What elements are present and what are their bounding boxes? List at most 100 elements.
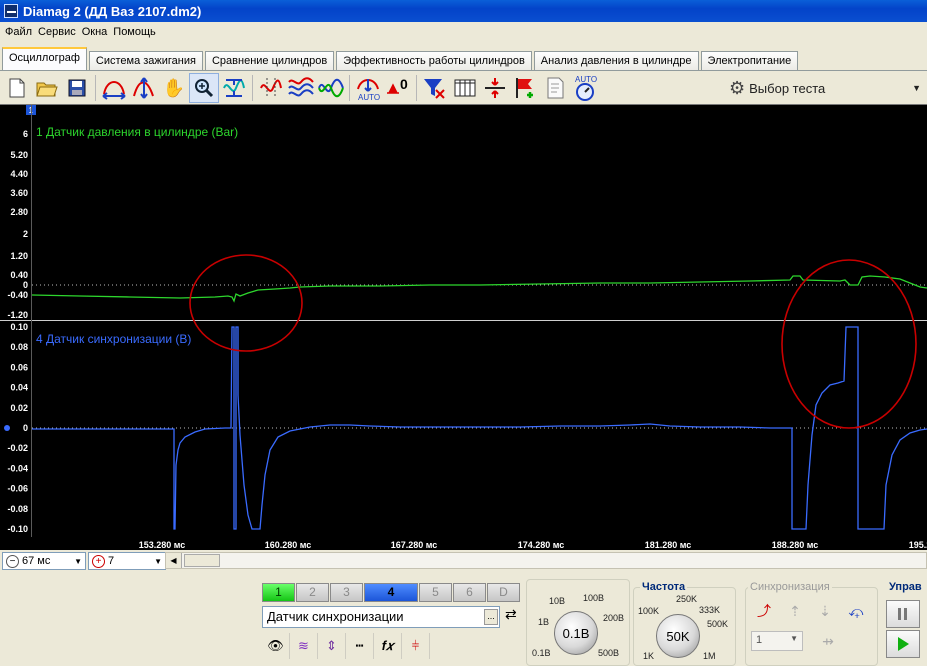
channel1-tick-label: 6 [23,129,28,139]
channel-button-4[interactable]: 4 [364,583,418,602]
plus-circle-icon: + [92,554,105,568]
zero-offset-icon[interactable]: 0 [383,73,413,103]
channel-button-1[interactable]: 1 [262,583,295,602]
channel1-tick-label: 5.20 [10,150,28,160]
menu-windows[interactable]: Окна [79,26,111,38]
filter-icon[interactable] [420,73,450,103]
horizontal-scrollbar[interactable]: ◀ [165,552,927,569]
menu-file[interactable]: Файл [2,26,35,38]
channel-name-value: Датчик синхронизации [267,609,404,624]
eye-icon[interactable]: 👁 [262,633,290,659]
scroll-left-icon[interactable]: ◀ [166,553,182,568]
channel-button-2[interactable]: 2 [296,583,329,602]
voltage-knob[interactable]: 0.1В [554,611,598,655]
channel4-offset-marker[interactable] [4,425,10,431]
channel4-tick-label: -0.06 [7,484,28,494]
sync-position-icon[interactable]: ⇸ [815,629,841,653]
fit-scale-icon[interactable] [219,73,249,103]
multi-wave-icon[interactable] [286,73,316,103]
pause-button[interactable] [886,600,920,628]
channel-buttons: 1 2 3 4 5 6 D [262,583,521,602]
auto-scale-icon[interactable]: AUTO [353,73,383,103]
table-columns-icon[interactable] [450,73,480,103]
sync-down-icon[interactable]: ⇣ [812,599,838,623]
channel4-tick-label: 0.04 [10,383,28,393]
hand-pan-icon[interactable]: ✋ [159,73,189,103]
sync-channel-value: 1 [756,634,763,646]
toolbar-separator [416,75,417,101]
channel1-tick-label: 2.80 [10,207,28,217]
tab-power-supply[interactable]: Электропитание [700,51,799,70]
zoom-magnifier-icon[interactable] [189,73,219,103]
channel1-tick-label: 0.40 [10,270,28,280]
split-vertical-icon[interactable] [480,73,510,103]
sync-auto-icon[interactable]: ⤽ [843,599,869,623]
browse-button[interactable]: ... [484,609,498,625]
channel4-tick-label: -0.04 [7,463,28,473]
swap-channel-icon[interactable]: ⇄ [505,606,517,623]
horizontal-stretch-icon[interactable] [99,73,129,103]
cursor-mark-icon[interactable] [256,73,286,103]
scrollbar-thumb[interactable] [184,554,220,567]
vertical-stretch-icon[interactable] [129,73,159,103]
oscilloscope-canvas[interactable]: 1 65.204.403.602.8021.200.400-0.40-1.20 … [0,105,927,551]
tab-oscilloscope[interactable]: Осциллограф [2,47,87,70]
channel1-tick-labels: 6 5.20 4.40 3.60 2.80 2 1.20 0.400-0.40 -1.20 [7,129,28,320]
auto-dial-icon[interactable]: AUTO [570,73,600,103]
freq-tick-500k: 500K [707,619,729,629]
menu-bar: Файл Сервис Окна Помощь [0,22,927,42]
tab-cylinder-efficiency[interactable]: Эффективность работы цилиндров [336,51,532,70]
chevron-down-icon: ▼ [912,83,921,93]
menu-service[interactable]: Сервис [35,26,79,38]
minus-circle-icon: − [6,554,19,568]
zoom-value: 7 [108,555,115,567]
oscilloscope-display[interactable]: 1 6 5.20 4.40 3.60 2.80 2 1.20 0.40 0 -0.40 -1.20 … [0,104,927,550]
channel-name-field[interactable]: Датчик синхронизации ... [262,606,500,628]
notes-icon[interactable] [540,73,570,103]
sync-up-icon[interactable]: ⇡ [782,599,808,623]
channel1-tick-label: -1.20 [7,310,28,320]
toolbar-separator [95,75,96,101]
pause-icon [898,608,907,620]
zoom-value-select[interactable]: + 7 ▼ [88,552,166,570]
test-select-label: Выбор теста [749,80,826,96]
invert-wave-icon[interactable]: ⫩ [402,633,430,659]
wave-scale-icon[interactable]: ≋ [290,633,318,659]
control-buttons [886,600,927,666]
channel1-tick-label: 3.60 [10,188,28,198]
chevron-down-icon: ▼ [154,556,162,566]
channel-button-d[interactable]: D [487,583,520,602]
channel4-tick-label: -0.08 [7,504,28,514]
tab-ignition-system[interactable]: Система зажигания [88,51,203,70]
channel4-tick-label: -0.10 [7,524,28,534]
tab-cylinder-comparison[interactable]: Сравнение цилиндров [204,51,335,70]
sync-channel-select[interactable]: 1 ▼ [751,631,803,651]
time-per-div-select[interactable]: − 67 мс ▼ [2,552,86,570]
channel4-tick-label: 0.08 [10,342,28,352]
voltage-tick-500v: 500В [598,648,620,658]
vertical-adjust-icon[interactable]: ⇕ [318,633,346,659]
voltage-tick-200v: 200В [603,613,625,623]
tab-cylinder-pressure-analysis[interactable]: Анализ давления в цилиндре [533,51,699,70]
flag-add-icon[interactable] [510,73,540,103]
save-disk-icon[interactable] [62,73,92,103]
play-button[interactable] [886,630,920,658]
new-file-icon[interactable] [2,73,32,103]
channel-button-3[interactable]: 3 [330,583,363,602]
test-select-dropdown[interactable]: ⚙ Выбор теста ▼ [729,76,925,100]
function-icon[interactable]: f𝑥 [374,633,402,659]
frequency-knob[interactable]: 50K [656,614,700,658]
channel4-tick-label: 0.06 [10,362,28,372]
voltage-tick-01v: 0.1В [532,648,551,658]
time-axis-label: 174.280 мс [518,540,565,550]
channel-button-6[interactable]: 6 [453,583,486,602]
overlay-wave-icon[interactable] [316,73,346,103]
gear-icon: ⚙ [729,77,746,98]
channel4-tick-label: 0 [23,423,28,433]
channel-button-5[interactable]: 5 [419,583,452,602]
sync-rising-edge-icon[interactable]: ⤴ [751,599,777,623]
menu-help[interactable]: Помощь [110,26,159,38]
time-axis-label: 167.280 мс [391,540,438,550]
open-folder-icon[interactable] [32,73,62,103]
dotted-line-icon[interactable]: ┅ [346,633,374,659]
